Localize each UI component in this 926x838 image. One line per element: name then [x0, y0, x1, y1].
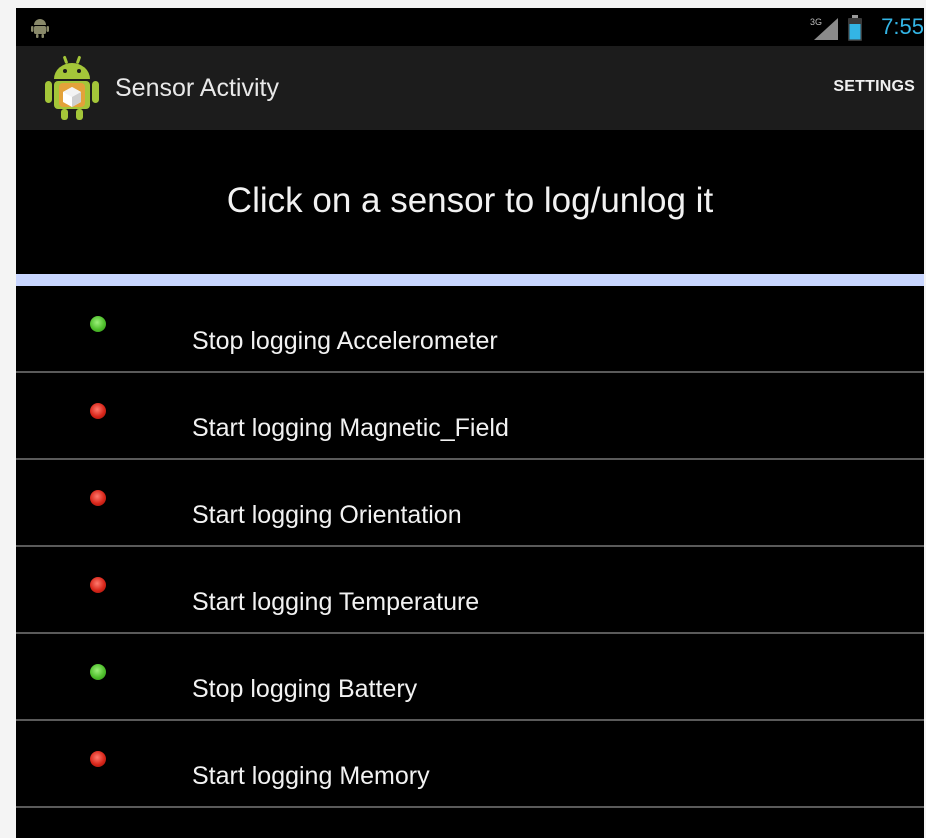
logging-status-indicator: [90, 316, 106, 332]
status-bar: 3G 7:55: [16, 8, 924, 46]
logging-status-indicator: [90, 490, 106, 506]
sensor-item-label: Start logging Memory: [192, 762, 430, 790]
action-bar: Sensor Activity SETTINGS: [16, 46, 924, 130]
network-type-label: 3G: [810, 17, 822, 27]
sensor-item-memory[interactable]: Start logging Memory: [16, 721, 924, 808]
sensor-item-label: Start logging Magnetic_Field: [192, 414, 509, 442]
sensor-item-magnetic-field[interactable]: Start logging Magnetic_Field: [16, 373, 924, 460]
sensor-item-battery[interactable]: Stop logging Battery: [16, 634, 924, 721]
logging-status-indicator: [90, 751, 106, 767]
device-screen: 3G 7:55 Sensor Activity SETTINGS Click o…: [16, 8, 924, 838]
signal-icon: 3G: [810, 17, 838, 40]
sensor-item-label: Stop logging Battery: [192, 675, 418, 703]
logging-status-indicator: [90, 577, 106, 593]
android-notification-icon: [31, 19, 49, 38]
battery-icon: [848, 15, 862, 41]
sensor-item-label: Stop logging Accelerometer: [192, 327, 498, 355]
android-app-icon[interactable]: [42, 55, 102, 121]
status-clock: 7:55: [881, 14, 924, 39]
instruction-heading: Click on a sensor to log/unlog it: [226, 181, 714, 220]
sensor-item-orientation[interactable]: Start logging Orientation: [16, 460, 924, 547]
sensor-item-label: Start logging Orientation: [192, 501, 462, 529]
sensor-item-label: Start logging Temperature: [192, 588, 480, 616]
header-divider: [16, 274, 924, 286]
settings-button[interactable]: SETTINGS: [833, 76, 915, 98]
sensor-item-temperature[interactable]: Start logging Temperature: [16, 547, 924, 634]
logging-status-indicator: [90, 403, 106, 419]
app-title: Sensor Activity: [115, 74, 279, 102]
logging-status-indicator: [90, 664, 106, 680]
sensor-list: Stop logging Accelerometer Start logging…: [16, 286, 924, 808]
sensor-item-accelerometer[interactable]: Stop logging Accelerometer: [16, 286, 924, 373]
